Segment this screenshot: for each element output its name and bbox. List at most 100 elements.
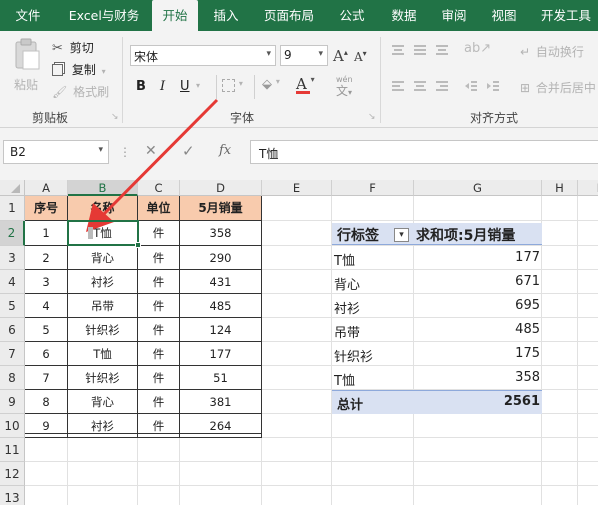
table-cell[interactable]: 件 [138,366,180,390]
table-cell[interactable]: 件 [138,342,180,366]
pivot-row-label[interactable]: 针织衫 [334,346,373,365]
tab-review[interactable]: 审阅 [434,0,474,31]
table-cell[interactable]: 件 [138,270,180,294]
copy-button[interactable]: 复制 ▾ [52,61,106,77]
row-header-11[interactable]: 11 [0,438,25,462]
tab-insert[interactable]: 插入 [206,0,246,31]
orientation-icon[interactable]: ab↗ [464,41,491,56]
table-cell[interactable]: 264 [180,414,262,438]
clipboard-dialog-launcher-icon[interactable]: ↘ [111,112,119,122]
phonetic-guide-button[interactable]: wén 文▾ [336,75,353,99]
underline-button[interactable]: U [180,79,190,94]
pivot-filter-button[interactable]: ▾ [394,228,409,242]
tab-formulas[interactable]: 公式 [332,0,372,31]
row-header-6[interactable]: 6 [0,318,25,342]
pivot-row-label[interactable]: 背心 [334,274,360,293]
column-header-a[interactable]: A [25,180,68,196]
table-header-cell[interactable]: 名称 [68,196,138,221]
top-align-icon[interactable] [391,43,405,60]
table-cell[interactable]: T恤 [68,221,138,246]
select-all-button[interactable] [0,180,25,196]
tab-home[interactable]: 开始 [152,0,198,31]
table-cell[interactable]: 针织衫 [68,318,138,342]
table-cell[interactable]: T恤 [68,342,138,366]
increase-indent-icon[interactable] [486,79,500,96]
pivot-row-value[interactable]: 358 [414,370,540,385]
cut-button[interactable]: ✂ 剪切 [52,39,94,56]
font-size-select[interactable]: 9 ▾ [280,45,328,66]
table-cell[interactable]: 衬衫 [68,270,138,294]
table-header-cell[interactable]: 5月销量 [180,196,262,221]
row-header-13[interactable]: 13 [0,486,25,505]
underline-dropdown-icon[interactable]: ▾ [196,81,200,90]
column-header-c[interactable]: C [138,180,180,196]
table-cell[interactable]: 背心 [68,390,138,414]
merge-center-button[interactable]: ⊞ 合并后居中 [520,79,596,96]
pivot-value-header[interactable]: 求和项:5月销量 [416,225,515,245]
column-header-b[interactable]: B [68,180,138,196]
align-left-icon[interactable] [391,79,405,96]
table-cell[interactable]: 381 [180,390,262,414]
table-cell[interactable]: 485 [180,294,262,318]
tab-file[interactable]: 文件 [4,0,52,31]
formula-input[interactable]: T恤 [250,140,598,164]
pivot-row-label[interactable]: 吊带 [334,322,360,341]
table-cell[interactable]: 背心 [68,246,138,270]
tab-data[interactable]: 数据 [384,0,424,31]
tab-developer[interactable]: 开发工具 [534,0,598,31]
tab-excel-finance[interactable]: Excel与财务 [58,0,150,31]
fill-handle[interactable] [135,242,141,248]
row-header-3[interactable]: 3 [0,246,25,270]
table-cell[interactable]: 5 [25,318,68,342]
pivot-row-label[interactable]: T恤 [334,370,355,389]
font-color-button[interactable]: A ▾ [296,75,315,94]
copy-dropdown-icon[interactable]: ▾ [102,67,106,76]
table-cell[interactable]: 件 [138,294,180,318]
pivot-total-value[interactable]: 2561 [414,394,540,409]
cancel-icon[interactable]: ✕ [145,143,157,159]
pivot-row-label[interactable]: 衬衫 [334,298,360,317]
table-cell[interactable]: 51 [180,366,262,390]
table-cell[interactable]: 件 [138,414,180,438]
borders-button[interactable]: ▾ [222,79,243,95]
row-header-2[interactable]: 2 [0,221,25,246]
row-header-10[interactable]: 10 [0,414,25,438]
column-header-e[interactable]: E [262,180,332,196]
pivot-row-value[interactable]: 177 [414,250,540,265]
font-dialog-launcher-icon[interactable]: ↘ [368,112,376,122]
column-header-i[interactable]: I [578,180,598,196]
pivot-row-label-header[interactable]: 行标签 [337,225,379,245]
formula-bar-menu-icon[interactable]: ⋮ [119,145,131,159]
enter-check-icon[interactable]: ✓ [182,142,195,160]
fill-color-button[interactable]: ⬙ ▾ [262,77,280,92]
table-cell[interactable]: 9 [25,414,68,438]
table-cell[interactable]: 7 [25,366,68,390]
table-header-cell[interactable]: 序号 [25,196,68,221]
row-header-12[interactable]: 12 [0,462,25,486]
table-cell[interactable]: 件 [138,318,180,342]
row-header-8[interactable]: 8 [0,366,25,390]
align-right-icon[interactable] [435,79,449,96]
column-header-h[interactable]: H [542,180,578,196]
pivot-row-value[interactable]: 671 [414,274,540,289]
pivot-total-label[interactable]: 总计 [337,394,363,413]
table-cell[interactable]: 衬衫 [68,414,138,438]
pivot-row-value[interactable]: 695 [414,298,540,313]
bold-button[interactable]: B [136,79,146,94]
decrease-font-size-icon[interactable]: A▾ [354,49,367,64]
font-name-select[interactable]: 宋体 ▾ [130,45,276,66]
table-cell[interactable]: 358 [180,221,262,246]
row-header-4[interactable]: 4 [0,270,25,294]
table-cell[interactable]: 177 [180,342,262,366]
middle-align-icon[interactable] [413,43,427,60]
table-cell[interactable]: 4 [25,294,68,318]
table-cell[interactable]: 件 [138,221,180,246]
format-painter-button[interactable]: 🖌 格式刷 [52,83,109,99]
column-header-f[interactable]: F [332,180,414,196]
table-cell[interactable]: 1 [25,221,68,246]
increase-font-size-icon[interactable]: A▴ [333,47,348,65]
align-center-icon[interactable] [413,79,427,96]
table-header-cell[interactable]: 单位 [138,196,180,221]
tab-view[interactable]: 视图 [484,0,524,31]
table-cell[interactable]: 件 [138,390,180,414]
